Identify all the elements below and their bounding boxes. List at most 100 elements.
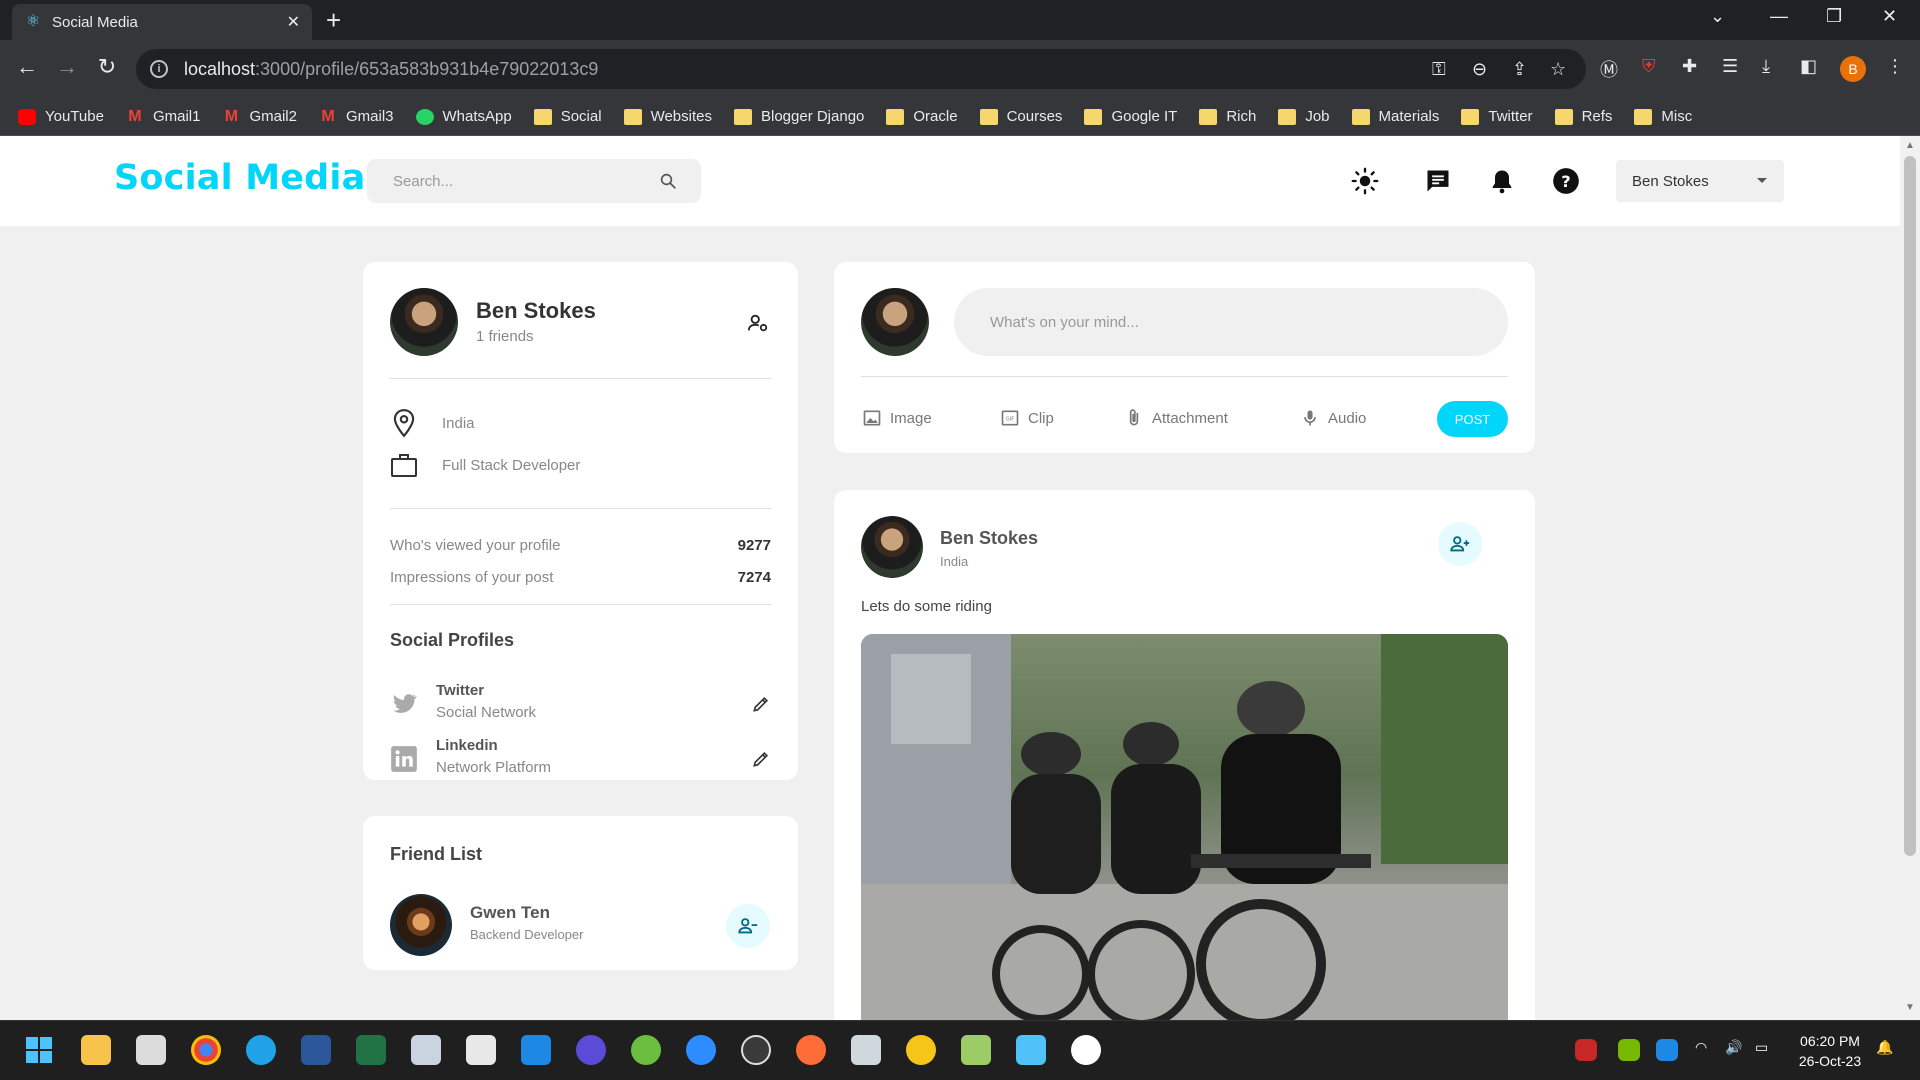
bookmark-folder-blogger-django[interactable]: Blogger Django [733, 108, 864, 125]
post-text-input[interactable] [954, 288, 1508, 356]
search-icon[interactable] [659, 172, 677, 190]
share-icon[interactable]: ⇪ [1512, 59, 1527, 80]
add-friend-button[interactable] [1438, 522, 1482, 566]
restore-button[interactable]: ❐ [1826, 6, 1842, 27]
clock-date[interactable]: 26-Oct-23 [1790, 1053, 1870, 1069]
bookmark-folder-rich[interactable]: Rich [1199, 108, 1256, 125]
friend-name[interactable]: Gwen Ten [470, 903, 550, 923]
site-info-icon[interactable]: i [150, 60, 168, 78]
light-mode-icon[interactable] [1351, 167, 1379, 195]
bookmark-folder-twitter[interactable]: Twitter [1461, 108, 1533, 125]
new-tab-button[interactable]: + [326, 6, 341, 34]
profile-avatar[interactable] [390, 288, 458, 356]
bookmark-folder-oracle[interactable]: Oracle [886, 108, 958, 125]
close-tab-icon[interactable]: ✕ [287, 12, 300, 32]
page-scrollbar[interactable]: ▲ ▼ [1900, 136, 1920, 1020]
post-button[interactable]: POST [1437, 401, 1508, 437]
post-image[interactable] [861, 634, 1508, 1020]
forward-button[interactable]: → [52, 54, 82, 80]
battery-icon[interactable]: ▭ [1755, 1039, 1768, 1056]
extensions-puzzle-icon[interactable]: ✚ [1682, 56, 1697, 77]
profile-name[interactable]: Ben Stokes [476, 298, 596, 324]
postman-icon[interactable] [796, 1035, 826, 1065]
browser-menu-icon[interactable]: ⋮ [1886, 56, 1904, 77]
scroll-up-icon[interactable]: ▲ [1905, 140, 1915, 151]
browser-tab[interactable]: ⚛ Social Media ✕ [12, 4, 312, 40]
bookmark-folder-websites[interactable]: Websites [623, 108, 712, 125]
manage-account-icon[interactable] [747, 312, 769, 334]
extension-shield-icon[interactable]: ⛨ [1642, 56, 1656, 77]
edit-pencil-icon[interactable] [751, 749, 771, 769]
bookmark-folder-google-it[interactable]: Google IT [1084, 108, 1177, 125]
bookmark-folder-misc[interactable]: Misc [1634, 108, 1692, 125]
attach-image-button[interactable]: Image [862, 408, 932, 428]
wifi-icon[interactable]: ◠ [1695, 1039, 1707, 1056]
attach-audio-button[interactable]: Audio [1300, 408, 1366, 428]
start-icon[interactable] [24, 1035, 54, 1065]
spring-icon[interactable] [631, 1035, 661, 1065]
edge-icon[interactable] [246, 1035, 276, 1065]
app-window-icon[interactable] [466, 1035, 496, 1065]
attach-clip-button[interactable]: GIF Clip [1000, 408, 1054, 428]
tab-search-icon[interactable]: ⌄ [1710, 6, 1725, 27]
volume-icon[interactable]: 🔊 [1725, 1039, 1742, 1056]
defender-icon[interactable] [1656, 1039, 1678, 1061]
reading-list-icon[interactable]: ☰ [1722, 56, 1738, 77]
search-input[interactable] [393, 172, 659, 190]
remove-friend-button[interactable] [726, 904, 770, 948]
close-window-button[interactable]: ✕ [1882, 6, 1897, 27]
brand-logo[interactable]: Social Media [114, 158, 365, 198]
obs-icon[interactable] [741, 1035, 771, 1065]
side-panel-icon[interactable]: ◧ [1800, 56, 1817, 77]
browser-profile-avatar[interactable]: B [1840, 56, 1866, 82]
app-coin-icon[interactable] [906, 1035, 936, 1065]
user-dropdown[interactable]: Ben Stokes [1616, 160, 1784, 202]
notes-icon[interactable] [411, 1035, 441, 1065]
store-icon[interactable] [136, 1035, 166, 1065]
bookmark-gmail2[interactable]: M Gmail2 [222, 108, 297, 125]
network-tool-icon[interactable] [851, 1035, 881, 1065]
vscode-icon[interactable] [521, 1035, 551, 1065]
bookmark-gmail3[interactable]: M Gmail3 [319, 108, 393, 125]
app-leaf-icon[interactable] [961, 1035, 991, 1065]
bookmark-folder-materials[interactable]: Materials [1351, 108, 1439, 125]
bookmark-youtube[interactable]: YouTube [18, 108, 104, 125]
downloads-icon[interactable]: ⤓ [1762, 56, 1770, 77]
scroll-down-icon[interactable]: ▼ [1905, 1002, 1915, 1013]
mcafee-icon[interactable] [1575, 1039, 1597, 1061]
notifications-icon[interactable] [1488, 167, 1516, 195]
message-icon[interactable] [1424, 167, 1452, 195]
extension-m-icon[interactable]: Ⓜ [1600, 56, 1618, 82]
post-author-name[interactable]: Ben Stokes [940, 528, 1038, 549]
eclipse-icon[interactable] [576, 1035, 606, 1065]
clock-time[interactable]: 06:20 PM [1790, 1033, 1870, 1049]
friend-avatar[interactable] [390, 894, 452, 956]
minimize-button[interactable]: — [1770, 6, 1788, 27]
file-explorer-icon[interactable] [81, 1035, 111, 1065]
chrome-icon[interactable] [191, 1035, 221, 1065]
reload-button[interactable]: ↻ [92, 54, 122, 80]
help-icon[interactable]: ? [1552, 167, 1580, 195]
bookmark-folder-refs[interactable]: Refs [1554, 108, 1612, 125]
scrollbar-thumb[interactable] [1904, 156, 1916, 856]
address-bar[interactable]: i localhost:3000/profile/653a583b931b4e7… [136, 49, 1586, 89]
attach-file-button[interactable]: Attachment [1124, 408, 1228, 428]
bookmark-folder-courses[interactable]: Courses [979, 108, 1062, 125]
bookmark-star-icon[interactable]: ☆ [1550, 59, 1566, 80]
bookmark-folder-job[interactable]: Job [1278, 108, 1330, 125]
mongodb-compass-icon[interactable] [1071, 1035, 1101, 1065]
back-button[interactable]: ← [12, 54, 42, 80]
key-icon[interactable]: ⚿ [1432, 59, 1446, 80]
word-icon[interactable] [301, 1035, 331, 1065]
zoom-icon[interactable] [686, 1035, 716, 1065]
post-author-avatar[interactable] [861, 516, 923, 578]
edit-pencil-icon[interactable] [751, 694, 771, 714]
bookmark-gmail1[interactable]: M Gmail1 [126, 108, 200, 125]
notification-bell-icon[interactable]: 🔔 [1876, 1039, 1893, 1056]
nvidia-icon[interactable] [1618, 1039, 1640, 1061]
bookmark-folder-social[interactable]: Social [533, 108, 602, 125]
notepad-icon[interactable] [1016, 1035, 1046, 1065]
bookmark-whatsapp[interactable]: WhatsApp [415, 108, 512, 125]
zoom-icon[interactable]: ⊖ [1472, 59, 1487, 80]
excel-icon[interactable] [356, 1035, 386, 1065]
